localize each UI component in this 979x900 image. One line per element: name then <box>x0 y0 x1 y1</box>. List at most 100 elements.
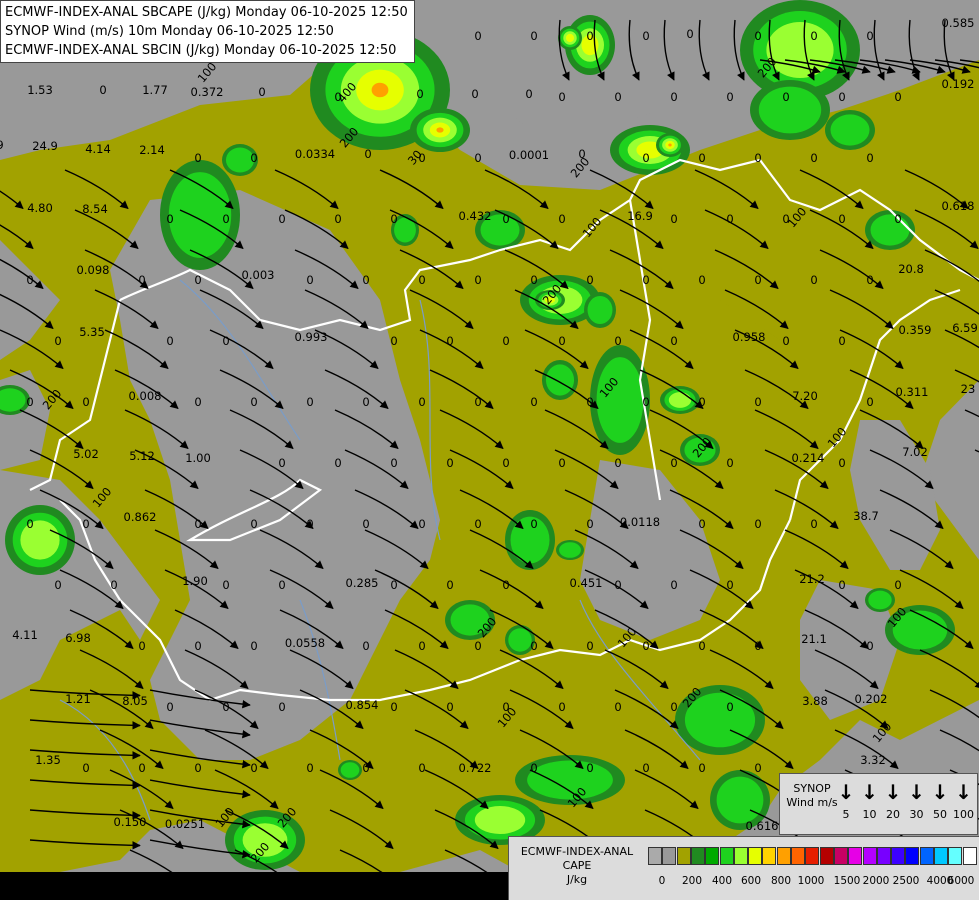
cin-zero-label: 0 <box>782 334 789 348</box>
cin-zero-label: 0 <box>502 456 509 470</box>
cin-zero-label: 0 <box>586 761 593 775</box>
title-cape: ECMWF-INDEX-ANAL SBCAPE (J/kg) Monday 06… <box>5 5 408 20</box>
cin-zero-label: 0 <box>474 517 481 531</box>
cin-zero-label: 0 <box>614 334 621 348</box>
map-viewer: 1.53 0 1.77 0.372 0 24.9 4.14 2.14 0.0334 0 0 0 0 0 0.… <box>0 0 979 900</box>
cape-legend-title-line: J/kg <box>566 873 588 886</box>
cin-zero-label: 0 <box>222 578 229 592</box>
title-cin: ECMWF-INDEX-ANAL SBCIN (J/kg) Monday 06-… <box>5 43 397 58</box>
cin-zero-label: 0 <box>782 90 789 104</box>
cin-zero-label: 0 <box>754 639 761 653</box>
cin-zero-label: 0 <box>502 578 509 592</box>
cin-zero-label: 0 <box>250 639 257 653</box>
cin-value-label: 0 <box>686 27 693 41</box>
cin-zero-label: 0 <box>82 395 89 409</box>
cin-zero-label: 0 <box>334 456 341 470</box>
cin-zero-label: 0 <box>642 761 649 775</box>
cin-value-label: 21.1 <box>801 632 827 646</box>
cin-zero-label: 0 <box>194 273 201 287</box>
cin-value-label: 16.9 <box>627 209 653 223</box>
cape-legend-title-line: ECMWF-INDEX-ANAL <box>520 845 634 858</box>
cin-value-label: 21.2 <box>799 572 825 586</box>
cin-zero-label: 0 <box>530 273 537 287</box>
wind-legend-title: SYNOP Wind m/s <box>786 782 838 809</box>
cape-color-swatch <box>833 847 848 865</box>
cin-zero-label: 0 <box>530 395 537 409</box>
cin-zero-label: 0 <box>866 151 873 165</box>
cin-value-label: 0.359 <box>899 323 932 337</box>
cin-zero-label: 0 <box>474 151 481 165</box>
cin-zero-label: 0 <box>446 334 453 348</box>
cin-zero-label: 0 <box>866 273 873 287</box>
cin-zero-label: 0 <box>586 29 593 43</box>
cin-value-label: 6.98 <box>65 631 91 645</box>
cin-zero-label: 0 <box>138 761 145 775</box>
cape-legend-title-line: CAPE <box>562 859 592 872</box>
weather-map[interactable]: 1.53 0 1.77 0.372 0 24.9 4.14 2.14 0.0334 0 0 0 0 0 0.… <box>0 0 979 900</box>
cin-zero-label: 0 <box>530 639 537 653</box>
wind-speed-label: 20 <box>886 808 900 821</box>
cape-color-swatch <box>819 847 834 865</box>
cin-value-label: 0.432 <box>459 209 492 223</box>
cin-zero-label: 0 <box>418 273 425 287</box>
cin-zero-label: 0 <box>530 29 537 43</box>
cape-color-swatch <box>748 847 763 865</box>
cin-value-label: 0 <box>525 87 532 101</box>
cin-value-label: 4.11 <box>12 628 38 642</box>
wind-legend-item: ↓ 30 <box>905 780 929 822</box>
cin-value-label: 0.192 <box>942 77 975 91</box>
cin-zero-label: 0 <box>614 700 621 714</box>
cape-tick-label: 2500 <box>892 875 920 887</box>
cin-zero-label: 0 <box>306 761 313 775</box>
cin-zero-label: 0 <box>390 456 397 470</box>
cin-value-label: 2.14 <box>139 143 165 157</box>
cape-color-swatch <box>705 847 720 865</box>
cin-zero-label: 0 <box>306 273 313 287</box>
cin-zero-label: 0 <box>166 212 173 226</box>
cin-zero-label: 0 <box>670 90 677 104</box>
cin-zero-label: 0 <box>446 700 453 714</box>
cin-zero-label: 0 <box>194 761 201 775</box>
cin-zero-label: 0 <box>838 90 845 104</box>
cin-zero-label: 0 <box>530 517 537 531</box>
cin-zero-label: 0 <box>754 151 761 165</box>
wind-speed-label: 10 <box>862 808 877 821</box>
cin-zero-label: 0 <box>474 29 481 43</box>
cape-color-swatch <box>948 847 963 865</box>
cin-zero-label: 0 <box>474 639 481 653</box>
cin-zero-label: 0 <box>754 273 761 287</box>
cin-zero-label: 0 <box>138 273 145 287</box>
cin-zero-label: 0 <box>446 456 453 470</box>
cin-value-label: 1.00 <box>185 451 211 465</box>
cin-zero-label: 0 <box>726 90 733 104</box>
cape-color-swatch <box>662 847 677 865</box>
cin-value-label: 1.53 <box>27 83 53 97</box>
cin-zero-label: 0 <box>810 273 817 287</box>
cin-zero-label: 0 <box>754 29 761 43</box>
cin-value-label: 20.8 <box>898 262 924 276</box>
cin-zero-label: 0 <box>166 334 173 348</box>
cape-tick-label: 400 <box>711 875 733 887</box>
cin-zero-label: 0 <box>110 578 117 592</box>
cape-legend-title: ECMWF-INDEX-ANAL CAPE J/kg <box>511 845 643 887</box>
cin-zero-label: 0 <box>838 456 845 470</box>
cin-value-label: 0.0251 <box>165 817 205 831</box>
cin-zero-label: 0 <box>26 395 33 409</box>
cin-value-label: 6.59 <box>952 321 978 335</box>
map-bottom-strip <box>0 872 508 900</box>
wind-arrow-icon: ↓ <box>837 780 855 804</box>
cape-legend: ECMWF-INDEX-ANAL CAPE J/kg 0 200 400 600 800… <box>508 836 979 900</box>
cin-value-label: 0.0001 <box>509 148 549 162</box>
cape-color-swatch <box>905 847 920 865</box>
cin-value-label: 1.77 <box>142 83 168 97</box>
cin-zero-label: 0 <box>278 700 285 714</box>
cape-color-swatch <box>876 847 891 865</box>
cin-zero-label: 0 <box>250 395 257 409</box>
cin-zero-label: 0 <box>810 29 817 43</box>
cin-value-label: 7.20 <box>792 389 818 403</box>
cin-zero-label: 0 <box>698 761 705 775</box>
cin-zero-label: 0 <box>866 29 873 43</box>
cape-color-swatch <box>776 847 791 865</box>
cin-zero-label: 0 <box>474 395 481 409</box>
cin-value-label: 1.90 <box>182 574 208 588</box>
